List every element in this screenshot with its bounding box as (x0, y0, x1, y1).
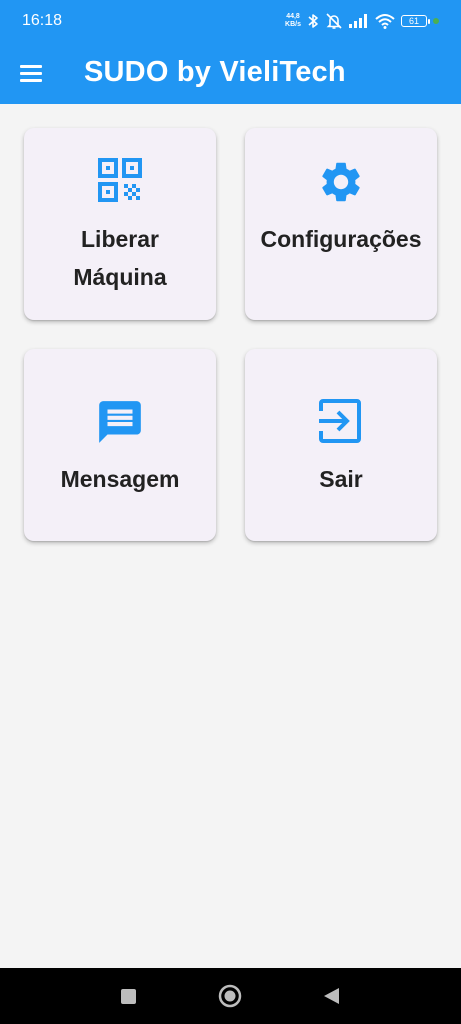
triangle-back-icon (324, 988, 339, 1004)
card-label: Configurações (260, 226, 422, 252)
app-title: SUDO by VieliTech (84, 56, 346, 88)
sair-card[interactable]: Sair (245, 349, 437, 541)
navigation-bar (0, 968, 461, 1024)
configuracoes-card[interactable]: Configurações (245, 128, 437, 320)
circle-icon (218, 984, 242, 1008)
liberar-maquina-card[interactable]: Liberar Máquina (24, 128, 216, 320)
qr-code-icon (98, 158, 142, 202)
privacy-indicator-dot (433, 18, 439, 24)
recent-apps-button[interactable] (121, 989, 136, 1009)
net-speed-value: 44,8 (286, 13, 300, 20)
mensagem-card[interactable]: Mensagem (24, 349, 216, 541)
signal-icon (349, 14, 367, 28)
exit-icon (319, 399, 361, 443)
bluetooth-icon (308, 14, 318, 28)
net-speed-unit: KB/s (285, 21, 301, 28)
square-icon (121, 989, 136, 1004)
toolbar: SUDO by VieliTech (0, 44, 461, 104)
card-label: Mensagem (60, 466, 180, 492)
card-label: Sair (319, 466, 363, 492)
card-label: Liberar Máquina (73, 226, 167, 290)
menu-icon (20, 64, 42, 68)
menu-button[interactable] (20, 60, 46, 86)
battery-level: 61 (408, 16, 419, 26)
net-speed: 44,8 KB/s (285, 13, 301, 29)
settings-gear-icon (322, 162, 360, 202)
menu-icon-bar (20, 78, 42, 82)
status-icons: 44,8 KB/s 61 (285, 10, 439, 32)
menu-icon-bar (20, 71, 42, 75)
status-bar: 16:18 44,8 KB/s 61 (0, 0, 461, 44)
back-button[interactable] (322, 987, 340, 1010)
home-button[interactable] (218, 984, 242, 1013)
app-header: 16:18 44,8 KB/s 61 SUDO by VieliTech (0, 0, 461, 104)
wifi-icon (375, 14, 395, 29)
status-time: 16:18 (22, 12, 63, 29)
battery-icon: 61 (401, 15, 430, 27)
mute-icon (326, 13, 342, 29)
message-icon (99, 401, 141, 443)
